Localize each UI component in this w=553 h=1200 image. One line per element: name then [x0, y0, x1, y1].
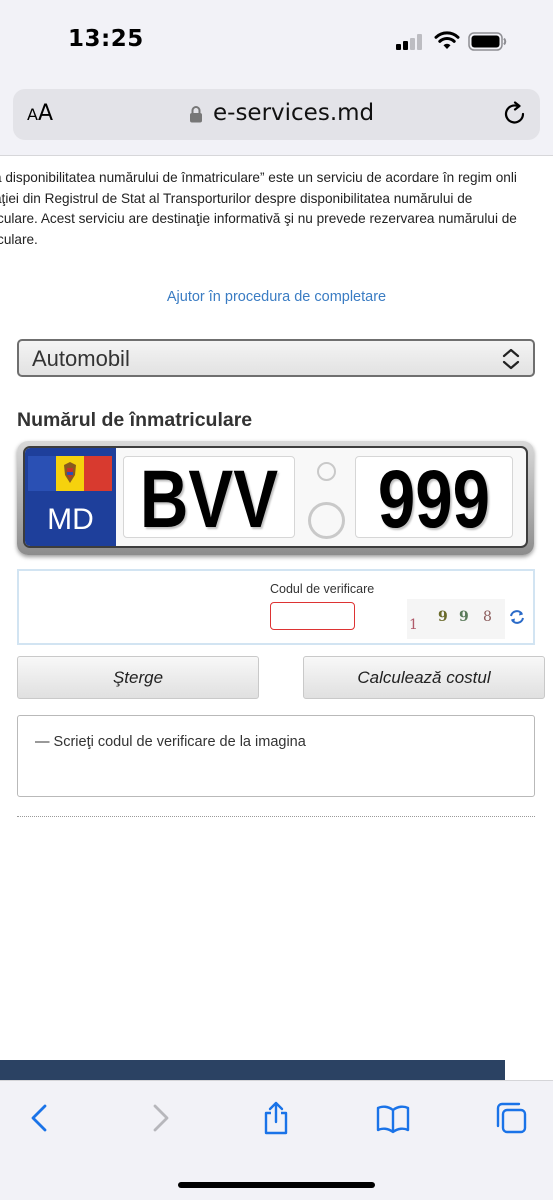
plate-letters-field[interactable]: BVV	[123, 454, 295, 545]
address-bar[interactable]: AA e-services.md	[13, 89, 540, 140]
description-line: iculare.	[0, 231, 38, 247]
help-link[interactable]: Ajutor în procedura de completare	[0, 289, 553, 305]
browser-address-area: AA e-services.md	[0, 78, 553, 156]
status-time: 13:25	[68, 26, 144, 52]
reload-icon[interactable]	[502, 101, 528, 127]
captcha-image: 1 9 9 8	[407, 599, 505, 639]
service-description: ă disponibilitatea numărului de înmatric…	[0, 168, 553, 250]
result-message-box: — Scrieţi codul de verificare de la imag…	[17, 715, 535, 797]
reader-settings-button[interactable]: AA	[27, 101, 53, 126]
captcha-char: 9	[459, 609, 469, 625]
plate-hole-large	[308, 502, 345, 539]
plate-letters: BVV	[139, 454, 279, 545]
lock-icon	[190, 106, 202, 123]
calculate-cost-button[interactable]: Calculează costul	[303, 656, 545, 699]
tabs-icon[interactable]	[494, 1101, 528, 1135]
captcha-char: 1	[409, 617, 418, 633]
captcha-char: 8	[483, 609, 492, 625]
plate-digits: 999	[377, 454, 491, 545]
captcha-panel: Codul de verificare 1 9 9 8	[17, 569, 535, 645]
vehicle-type-value: Automobil	[32, 346, 130, 371]
result-message: — Scrieţi codul de verificare de la imag…	[35, 734, 306, 750]
select-arrows-icon	[502, 348, 520, 370]
battery-icon	[468, 32, 507, 51]
description-line: ă disponibilitatea numărului de înmatric…	[0, 170, 517, 185]
captcha-char: 9	[438, 609, 448, 625]
coat-of-arms-icon	[64, 462, 76, 483]
wifi-icon	[434, 31, 460, 49]
moldova-flag-icon	[28, 456, 112, 491]
captcha-input[interactable]	[270, 602, 355, 630]
refresh-captcha-icon[interactable]	[509, 609, 525, 625]
description-line: aţiei din Registrul de Stat al Transport…	[0, 190, 473, 206]
country-code: MD	[47, 503, 94, 536]
license-plate-face: MD BVV 999	[23, 446, 528, 548]
plate-digits-field[interactable]: 999	[355, 454, 513, 545]
bookmarks-icon[interactable]	[376, 1101, 410, 1135]
browser-toolbar	[0, 1080, 553, 1200]
license-plate: MD BVV 999	[17, 441, 534, 555]
forward-icon[interactable]	[143, 1101, 177, 1135]
home-indicator	[178, 1182, 375, 1188]
divider	[17, 816, 535, 817]
page-footer	[0, 1060, 505, 1080]
status-bar: 13:25	[0, 0, 553, 78]
description-line: iculare. Acest serviciu are destinaţie i…	[0, 211, 517, 226]
cellular-signal-icon	[396, 34, 424, 50]
plate-hole-small	[317, 462, 336, 481]
clear-button[interactable]: Şterge	[17, 656, 259, 699]
plate-section-label: Numărul de înmatriculare	[17, 409, 253, 431]
captcha-label: Codul de verificare	[270, 582, 375, 596]
vehicle-type-select[interactable]: Automobil	[17, 339, 535, 377]
share-icon[interactable]	[259, 1101, 293, 1135]
url-text: e-services.md	[213, 100, 375, 126]
back-icon[interactable]	[24, 1101, 58, 1135]
country-band: MD	[25, 448, 116, 546]
